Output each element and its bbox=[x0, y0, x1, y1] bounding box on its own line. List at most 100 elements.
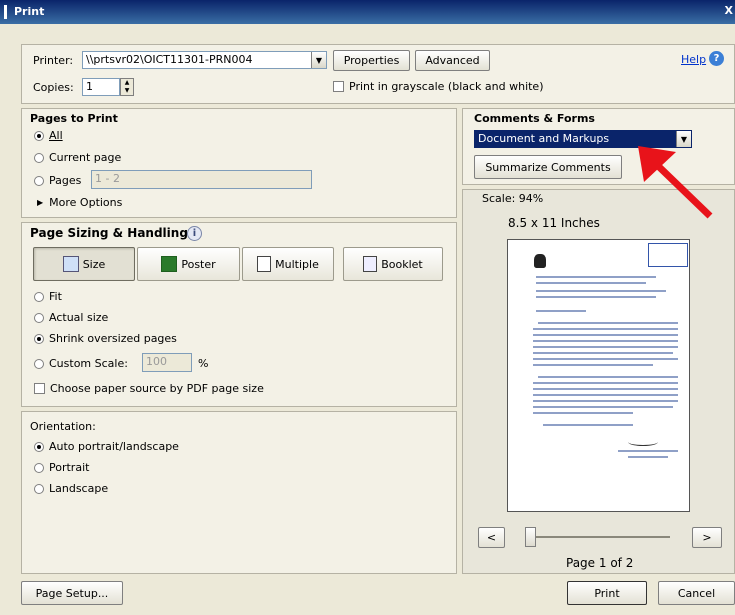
pages-all-radio-row[interactable]: All bbox=[34, 129, 63, 142]
auto-orientation-radio-row[interactable]: Auto portrait/landscape bbox=[34, 440, 179, 453]
paper-source-checkbox-row[interactable]: Choose paper source by PDF page size bbox=[34, 382, 264, 395]
percent-label: % bbox=[198, 357, 209, 370]
shrink-radio-row[interactable]: Shrink oversized pages bbox=[34, 332, 177, 345]
shrink-label: Shrink oversized pages bbox=[49, 332, 177, 345]
title-bar: Print X bbox=[0, 0, 735, 24]
page-setup-button[interactable]: Page Setup... bbox=[21, 581, 123, 605]
page-preview bbox=[507, 239, 690, 512]
more-options-toggle[interactable]: ▶ More Options bbox=[37, 196, 122, 209]
title-bar-accent bbox=[4, 5, 7, 19]
chevron-down-icon[interactable]: ▼ bbox=[311, 52, 326, 68]
actual-size-radio-row[interactable]: Actual size bbox=[34, 311, 108, 324]
close-icon[interactable]: X bbox=[725, 4, 733, 17]
pages-range-value: 1 - 2 bbox=[95, 172, 120, 185]
properties-button[interactable]: Properties bbox=[333, 50, 410, 71]
landscape-label: Landscape bbox=[49, 482, 109, 495]
doc-line bbox=[533, 340, 678, 342]
document-stamp-box bbox=[648, 243, 688, 267]
doc-line bbox=[533, 394, 678, 396]
landscape-radio-row[interactable]: Landscape bbox=[34, 482, 108, 495]
pages-current-radio[interactable] bbox=[34, 152, 44, 163]
portrait-radio-row[interactable]: Portrait bbox=[34, 461, 89, 474]
pages-range-label: Pages bbox=[49, 174, 82, 187]
grayscale-checkbox[interactable] bbox=[333, 81, 344, 92]
advanced-button[interactable]: Advanced bbox=[415, 50, 490, 71]
properties-label: Properties bbox=[343, 54, 400, 67]
cancel-button[interactable]: Cancel bbox=[658, 581, 735, 605]
custom-scale-input[interactable]: 100 bbox=[142, 353, 192, 372]
summarize-comments-button[interactable]: Summarize Comments bbox=[474, 155, 622, 179]
paper-source-checkbox[interactable] bbox=[34, 383, 45, 394]
next-page-button[interactable]: > bbox=[692, 527, 722, 548]
doc-line bbox=[536, 296, 656, 298]
info-icon[interactable]: i bbox=[187, 226, 202, 241]
pages-range-radio[interactable] bbox=[34, 175, 44, 186]
grayscale-checkbox-row[interactable]: Print in grayscale (black and white) bbox=[333, 80, 544, 93]
doc-line bbox=[538, 322, 678, 324]
printer-select[interactable]: \\prtsvr02\OICT11301-PRN004 ▼ bbox=[82, 51, 327, 69]
print-button[interactable]: Print bbox=[567, 581, 647, 605]
cancel-label: Cancel bbox=[677, 586, 716, 600]
summarize-comments-label: Summarize Comments bbox=[485, 160, 611, 174]
custom-scale-value: 100 bbox=[146, 355, 167, 368]
pages-range-radio-row[interactable]: Pages bbox=[34, 174, 81, 187]
triangle-right-icon: ▶ bbox=[37, 198, 44, 207]
printer-value: \\prtsvr02\OICT11301-PRN004 bbox=[86, 53, 253, 66]
page-slider-thumb[interactable] bbox=[525, 527, 536, 547]
fit-label: Fit bbox=[49, 290, 62, 303]
help-link[interactable]: Help bbox=[681, 53, 706, 66]
doc-line bbox=[533, 400, 678, 402]
shrink-radio[interactable] bbox=[34, 333, 44, 344]
doc-line bbox=[533, 358, 678, 360]
doc-line bbox=[538, 376, 678, 378]
multiple-tab[interactable]: Multiple bbox=[242, 247, 334, 281]
multiple-label: Multiple bbox=[275, 257, 319, 271]
page-indicator: Page 1 of 2 bbox=[566, 556, 634, 570]
doc-line bbox=[533, 406, 673, 408]
doc-line bbox=[628, 456, 668, 458]
portrait-label: Portrait bbox=[49, 461, 90, 474]
size-icon bbox=[62, 256, 79, 272]
copies-stepper[interactable]: ▲ ▼ bbox=[120, 78, 134, 96]
printer-label: Printer: bbox=[33, 54, 74, 67]
scale-label: Scale: 94% bbox=[482, 192, 544, 205]
doc-line bbox=[536, 282, 646, 284]
help-icon[interactable]: ? bbox=[709, 51, 724, 66]
prev-page-button[interactable]: < bbox=[478, 527, 505, 548]
doc-line bbox=[533, 352, 673, 354]
pages-all-radio[interactable] bbox=[34, 130, 44, 141]
page-slider-track[interactable] bbox=[527, 536, 670, 538]
copies-value: 1 bbox=[86, 80, 93, 93]
auto-orientation-radio[interactable] bbox=[34, 441, 44, 452]
comments-forms-header: Comments & Forms bbox=[474, 112, 595, 125]
doc-line bbox=[618, 450, 678, 452]
size-label: Size bbox=[82, 257, 106, 271]
fit-radio-row[interactable]: Fit bbox=[34, 290, 62, 303]
doc-line bbox=[536, 290, 666, 292]
doc-line bbox=[533, 412, 633, 414]
advanced-label: Advanced bbox=[425, 54, 480, 67]
custom-scale-label: Custom Scale: bbox=[49, 357, 128, 370]
pages-range-input[interactable]: 1 - 2 bbox=[91, 170, 312, 189]
doc-line bbox=[533, 388, 678, 390]
red-arrow-annotation bbox=[638, 146, 713, 219]
doc-line bbox=[533, 382, 678, 384]
fit-radio[interactable] bbox=[34, 291, 44, 302]
pages-current-radio-row[interactable]: Current page bbox=[34, 151, 121, 164]
portrait-radio[interactable] bbox=[34, 462, 44, 473]
actual-size-radio[interactable] bbox=[34, 312, 44, 323]
booklet-tab[interactable]: Booklet bbox=[343, 247, 443, 281]
size-tab[interactable]: Size bbox=[33, 247, 135, 281]
page-sizing-header: Page Sizing & Handling bbox=[30, 226, 188, 240]
chevron-right-icon: > bbox=[702, 531, 712, 544]
grayscale-label: Print in grayscale (black and white) bbox=[349, 80, 544, 93]
comments-forms-value: Document and Markups bbox=[478, 132, 610, 145]
copies-input[interactable]: 1 bbox=[82, 78, 120, 96]
poster-tab[interactable]: Poster bbox=[137, 247, 240, 281]
pages-to-print-header: Pages to Print bbox=[30, 112, 118, 125]
custom-scale-radio[interactable] bbox=[34, 358, 44, 369]
doc-line bbox=[533, 334, 678, 336]
pages-current-label: Current page bbox=[49, 151, 122, 164]
custom-scale-radio-row[interactable]: Custom Scale: bbox=[34, 357, 128, 370]
landscape-radio[interactable] bbox=[34, 483, 44, 494]
